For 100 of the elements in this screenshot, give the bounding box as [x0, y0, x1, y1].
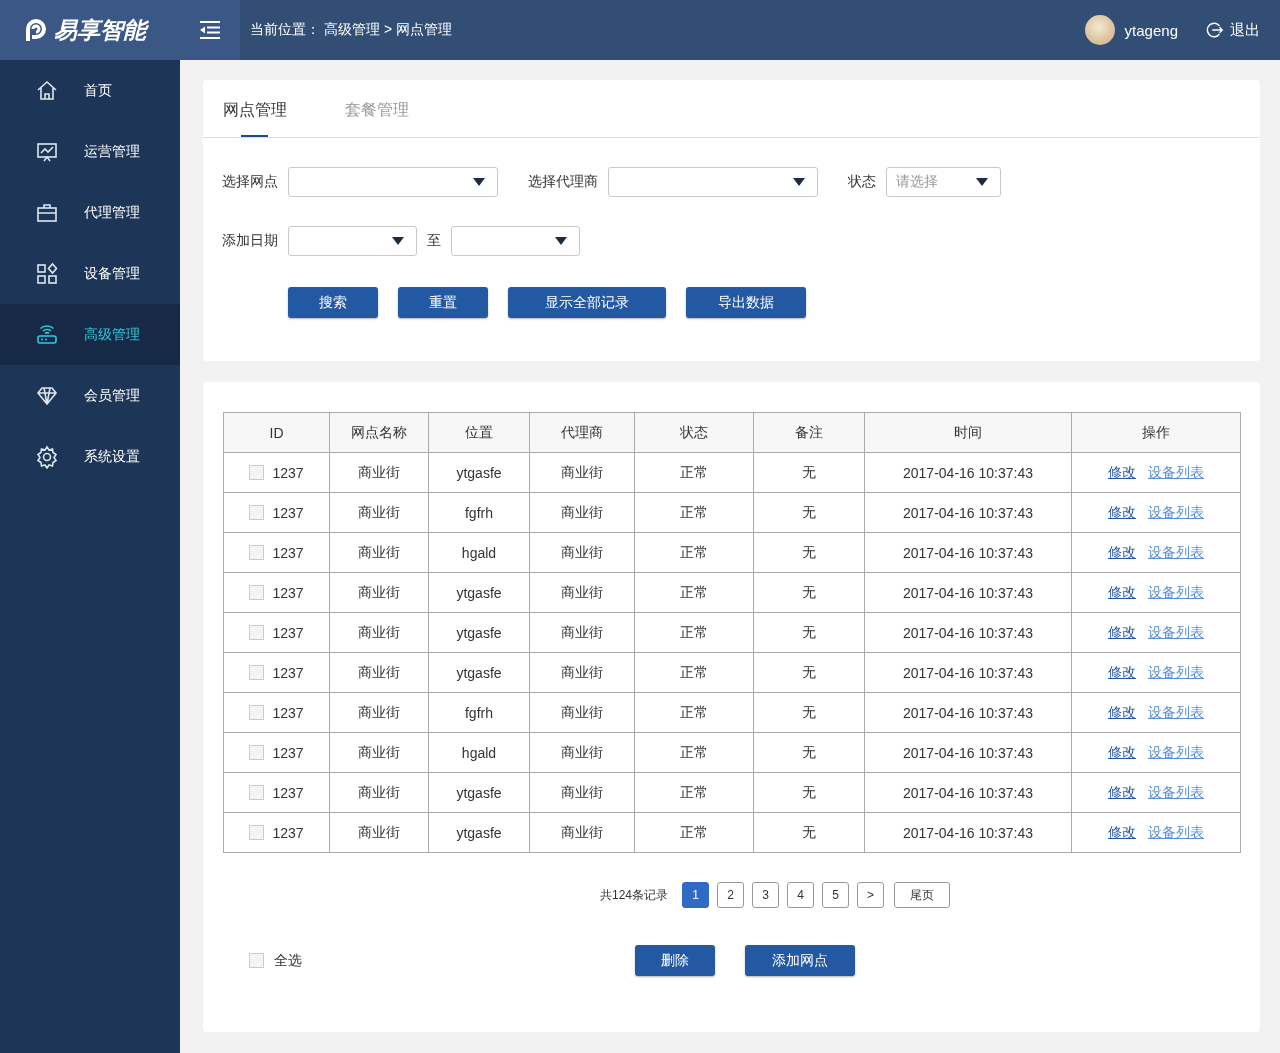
row-checkbox[interactable] [249, 625, 265, 640]
row-checkbox[interactable] [249, 585, 265, 600]
row-checkbox[interactable] [249, 465, 265, 480]
reset-button[interactable]: 重置 [398, 287, 488, 318]
sidebar-item[interactable]: 会员管理 [0, 365, 180, 426]
device-list-link[interactable]: 设备列表 [1148, 503, 1204, 522]
device-list-link[interactable]: 设备列表 [1148, 583, 1204, 602]
table-cell: 2017-04-16 10:37:43 [903, 784, 1033, 801]
dropdown[interactable] [451, 226, 580, 256]
sidebar-item[interactable]: 高级管理 [0, 304, 180, 365]
table-cell: 商业街 [561, 663, 603, 682]
record-count: 共124条记录 [600, 886, 668, 904]
page-button[interactable]: 2 [717, 882, 744, 908]
table-cell: 2017-04-16 10:37:43 [903, 824, 1033, 841]
row-checkbox[interactable] [249, 745, 265, 760]
table-cell: 无 [802, 623, 816, 642]
edit-link[interactable]: 修改 [1108, 463, 1136, 482]
router-icon [35, 322, 59, 347]
edit-link[interactable]: 修改 [1108, 823, 1136, 842]
edit-link[interactable]: 修改 [1108, 503, 1136, 522]
menu-button[interactable] [180, 0, 240, 60]
device-list-link[interactable]: 设备列表 [1148, 783, 1204, 802]
table-cell: 1237 [272, 784, 304, 801]
sidebar-item[interactable]: 代理管理 [0, 182, 180, 243]
table-cell: 商业街 [561, 783, 603, 802]
table-cell: ytgasfe [456, 664, 502, 681]
page-button[interactable]: 4 [787, 882, 814, 908]
select-all-checkbox[interactable] [249, 953, 264, 968]
page-button[interactable]: 5 [822, 882, 849, 908]
table-cell: 商业街 [358, 823, 400, 842]
edit-link[interactable]: 修改 [1108, 743, 1136, 762]
table-cell: 正常 [680, 583, 708, 602]
table-cell: 商业街 [561, 743, 603, 762]
page-button[interactable]: 3 [752, 882, 779, 908]
edit-link[interactable]: 修改 [1108, 623, 1136, 642]
row-checkbox[interactable] [249, 505, 265, 520]
column-header: ID [268, 423, 285, 443]
table-cell: 无 [802, 823, 816, 842]
table-cell: 无 [802, 463, 816, 482]
next-page-button[interactable]: > [857, 882, 884, 908]
add-button[interactable]: 添加网点 [745, 945, 855, 976]
dropdown[interactable] [288, 226, 417, 256]
edit-link[interactable]: 修改 [1108, 583, 1136, 602]
table-cell: 商业街 [561, 463, 603, 482]
show-all-button[interactable]: 显示全部记录 [508, 287, 666, 318]
field-label: 状态 [848, 173, 876, 191]
row-checkbox[interactable] [249, 785, 265, 800]
table-cell: 1237 [272, 704, 304, 721]
column-header: 代理商 [529, 413, 634, 452]
device-list-link[interactable]: 设备列表 [1148, 663, 1204, 682]
table-cell: 商业街 [561, 543, 603, 562]
delete-button[interactable]: 删除 [635, 945, 715, 976]
table-cell: 正常 [680, 623, 708, 642]
sidebar-item[interactable]: 系统设置 [0, 426, 180, 487]
device-list-link[interactable]: 设备列表 [1148, 703, 1204, 722]
table-cell: 商业街 [358, 703, 400, 722]
table-cell: fgfrh [465, 704, 493, 721]
caret-icon [793, 178, 805, 186]
table-cell: 1237 [272, 464, 304, 481]
edit-link[interactable]: 修改 [1108, 543, 1136, 562]
row-checkbox[interactable] [249, 825, 265, 840]
table-cell: 1237 [272, 584, 304, 601]
table-cell: 1237 [272, 744, 304, 761]
logout-link[interactable]: 退出 [1206, 20, 1260, 40]
table-cell: 正常 [680, 503, 708, 522]
sidebar-item[interactable]: 首页 [0, 60, 180, 121]
edit-link[interactable]: 修改 [1108, 663, 1136, 682]
table-cell: 1237 [272, 544, 304, 561]
page-button[interactable]: 1 [682, 882, 709, 908]
table-cell: 无 [802, 543, 816, 562]
table-cell: 商业街 [358, 663, 400, 682]
table-cell: 商业街 [561, 823, 603, 842]
last-page-button[interactable]: 尾页 [894, 882, 950, 908]
sidebar-item[interactable]: 设备管理 [0, 243, 180, 304]
edit-link[interactable]: 修改 [1108, 783, 1136, 802]
row-checkbox[interactable] [249, 545, 265, 560]
breadcrumb: 高级管理 > 网点管理 [324, 21, 452, 39]
tab[interactable]: 网点管理 [223, 80, 287, 137]
device-list-link[interactable]: 设备列表 [1148, 543, 1204, 562]
table-cell: 2017-04-16 10:37:43 [903, 664, 1033, 681]
sidebar-item[interactable]: 运营管理 [0, 121, 180, 182]
table-cell: 正常 [680, 783, 708, 802]
device-list-link[interactable]: 设备列表 [1148, 743, 1204, 762]
row-checkbox[interactable] [249, 705, 265, 720]
table-cell: 正常 [680, 663, 708, 682]
table-cell: ytgasfe [456, 824, 502, 841]
dropdown[interactable] [288, 167, 498, 197]
table-cell: 商业街 [358, 583, 400, 602]
dropdown[interactable] [608, 167, 818, 197]
device-list-link[interactable]: 设备列表 [1148, 623, 1204, 642]
export-button[interactable]: 导出数据 [686, 287, 806, 318]
select-all-label: 全选 [274, 951, 302, 970]
table-cell: 2017-04-16 10:37:43 [903, 464, 1033, 481]
table-cell: 2017-04-16 10:37:43 [903, 504, 1033, 521]
device-list-link[interactable]: 设备列表 [1148, 823, 1204, 842]
row-checkbox[interactable] [249, 665, 265, 680]
search-button[interactable]: 搜索 [288, 287, 378, 318]
device-list-link[interactable]: 设备列表 [1148, 463, 1204, 482]
edit-link[interactable]: 修改 [1108, 703, 1136, 722]
caret-icon [392, 237, 404, 245]
